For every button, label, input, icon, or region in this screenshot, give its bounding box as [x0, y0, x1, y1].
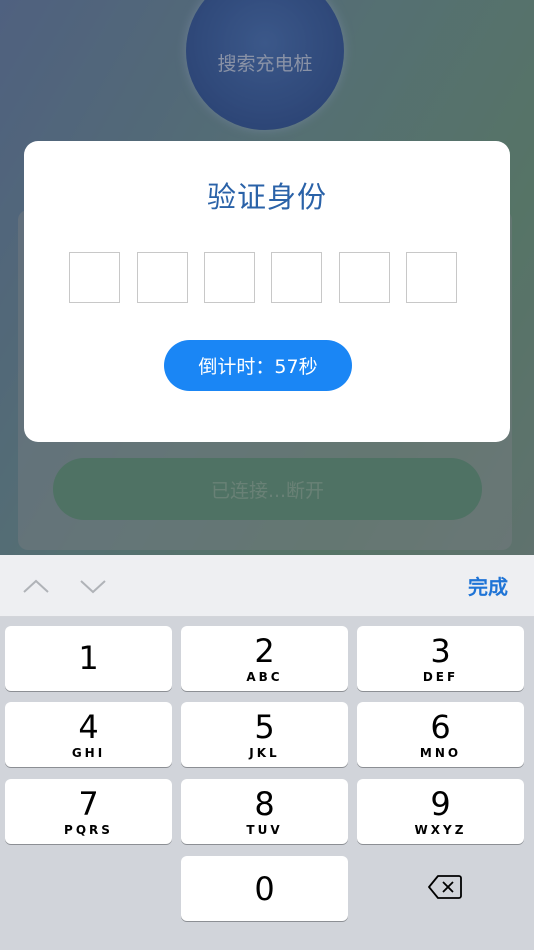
key-digit: 1 [78, 638, 99, 677]
key-letters: WXYZ [414, 822, 467, 837]
countdown-button[interactable]: 倒计时：57秒 [164, 340, 352, 391]
chevron-down-icon[interactable] [80, 573, 106, 599]
key-letters: JKL [249, 745, 280, 760]
key-letters: PQRS [64, 822, 113, 837]
key-digit: 6 [430, 707, 451, 746]
key-6[interactable]: 6 MNO [357, 702, 524, 767]
key-letters: MNO [419, 745, 462, 760]
key-letters: ABC [246, 669, 283, 684]
code-box-2[interactable] [137, 252, 188, 303]
backspace-icon[interactable] [428, 874, 462, 900]
key-7[interactable]: 7 PQRS [5, 779, 172, 844]
code-box-5[interactable] [339, 252, 390, 303]
key-3[interactable]: 3 DEF [357, 626, 524, 691]
key-8[interactable]: 8 TUV [181, 779, 348, 844]
dialog-title: 验证身份 [206, 180, 327, 214]
key-digit: 2 [254, 631, 275, 670]
code-box-4[interactable] [271, 252, 322, 303]
key-digit: 4 [78, 707, 99, 746]
key-2[interactable]: 2 ABC [181, 626, 348, 691]
key-0[interactable]: 0 [181, 856, 348, 921]
key-digit: 3 [430, 631, 451, 670]
chevron-up-icon[interactable] [23, 573, 49, 599]
countdown-label: 倒计时：57秒 [198, 356, 318, 378]
key-digit: 9 [430, 784, 451, 823]
key-digit: 8 [254, 784, 275, 823]
key-letters: GHI [71, 745, 106, 760]
key-9[interactable]: 9 WXYZ [357, 779, 524, 844]
code-box-6[interactable] [406, 252, 457, 303]
key-letters: TUV [246, 822, 283, 837]
key-letters: DEF [422, 669, 459, 684]
keyboard-toolbar: 完成 [0, 555, 534, 617]
key-4[interactable]: 4 GHI [5, 702, 172, 767]
key-1[interactable]: 1 [5, 626, 172, 691]
key-digit: 0 [254, 869, 275, 908]
done-button[interactable]: 完成 [468, 571, 508, 600]
key-digit: 7 [78, 784, 99, 823]
key-5[interactable]: 5 JKL [181, 702, 348, 767]
key-digit: 5 [254, 707, 275, 746]
code-box-1[interactable] [69, 252, 120, 303]
code-box-3[interactable] [204, 252, 255, 303]
